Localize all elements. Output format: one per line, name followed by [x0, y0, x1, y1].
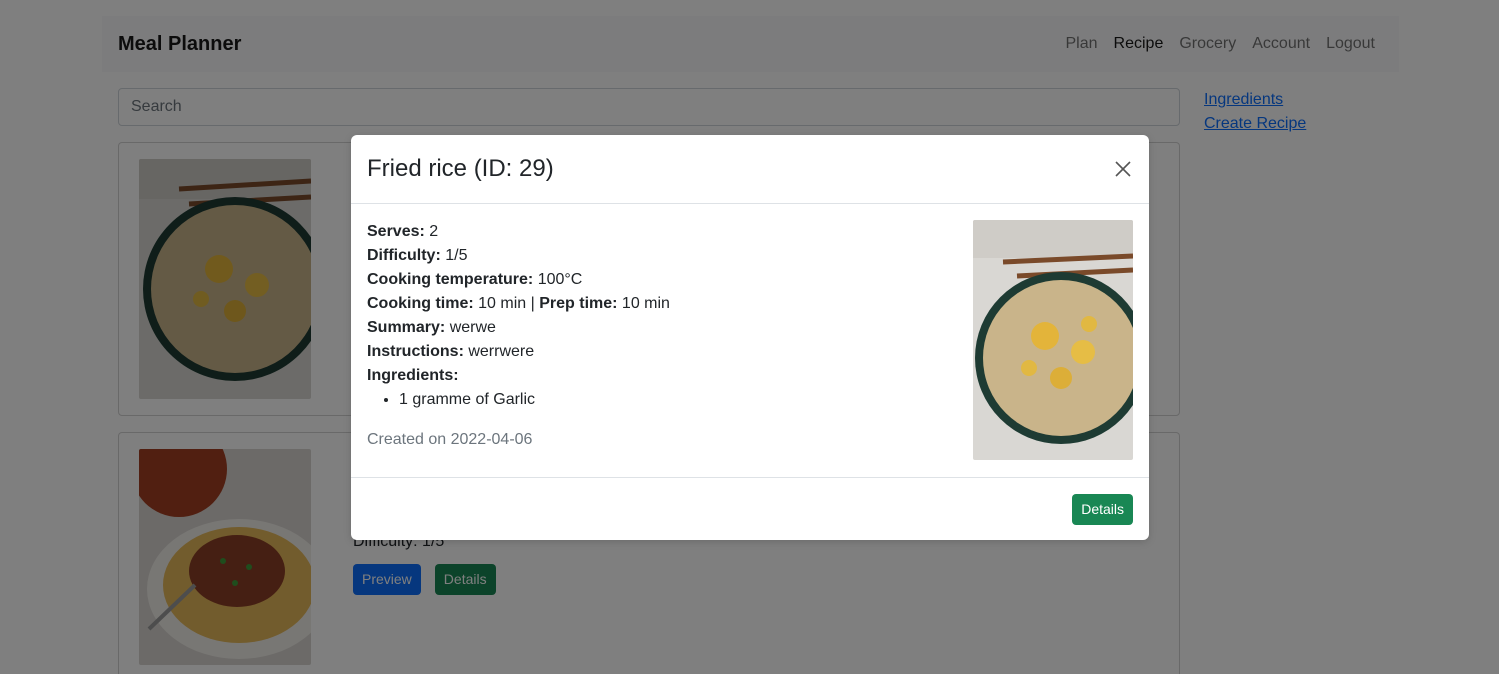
ingredients-label: Ingredients:	[367, 367, 459, 384]
temperature-label: Cooking temperature:	[367, 271, 534, 288]
modal-details-button[interactable]: Details	[1072, 493, 1133, 525]
prep-time-value: 10 min	[621, 295, 670, 312]
modal-header: Fried rice (ID: 29)	[351, 135, 1149, 204]
close-icon[interactable]	[1113, 159, 1133, 179]
modal-body: Serves: 2 Difficulty: 1/5 Cooking temper…	[351, 204, 1149, 477]
difficulty-value: 1/5	[445, 247, 468, 264]
recipe-image	[973, 220, 1133, 460]
recipe-preview-modal: Fried rice (ID: 29) Serves: 2 Difficulty…	[351, 135, 1149, 540]
summary-label: Summary:	[367, 319, 446, 336]
serves-value: 2	[429, 223, 439, 240]
serves-label: Serves:	[367, 223, 425, 240]
temperature-value: 100°C	[537, 271, 583, 288]
prep-time-label: Prep time:	[539, 295, 618, 312]
time-separator: |	[530, 295, 535, 312]
instructions-label: Instructions:	[367, 343, 464, 360]
cooking-time-value: 10 min	[478, 295, 527, 312]
modal-title: Fried rice (ID: 29)	[367, 155, 554, 182]
difficulty-label: Difficulty:	[367, 247, 441, 264]
modal-footer: Details	[351, 477, 1149, 540]
instructions-value: werrwere	[468, 343, 535, 360]
cooking-time-label: Cooking time:	[367, 295, 474, 312]
summary-value: werwe	[449, 319, 496, 336]
